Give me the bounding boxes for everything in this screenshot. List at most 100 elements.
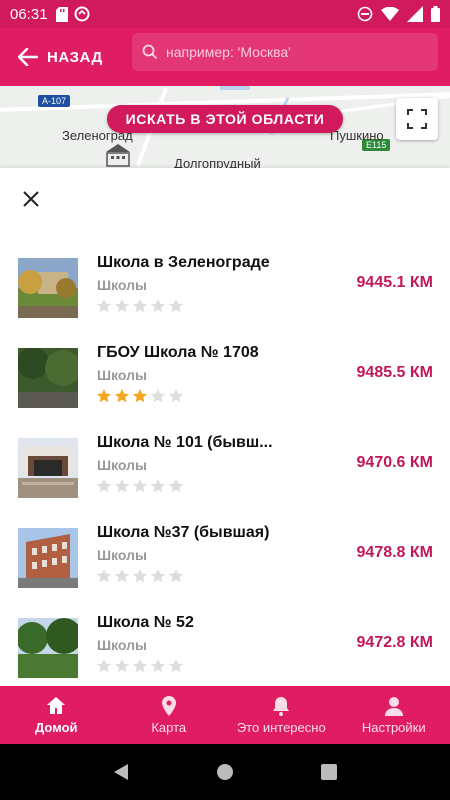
person-icon <box>384 697 403 716</box>
search-icon <box>142 44 158 60</box>
status-bar: 06:31 <box>0 0 450 28</box>
star-empty-icon <box>96 479 112 493</box>
star-filled-icon <box>114 389 130 403</box>
item-distance: 9470.6 КМ <box>356 454 433 471</box>
nav-home[interactable]: Домой <box>0 686 113 744</box>
item-name: Школа №37 (бывшая) <box>97 524 270 541</box>
nav-interesting[interactable]: Это интересно <box>225 686 338 744</box>
star-rating <box>96 478 184 494</box>
item-name: Школа № 101 (бывш... <box>97 434 273 451</box>
item-category: Школы <box>97 457 147 473</box>
item-category: Школы <box>97 367 147 383</box>
star-empty-icon <box>150 569 166 583</box>
search-this-area-button[interactable]: ИСКАТЬ В ЭТОЙ ОБЛАСТИ <box>107 105 343 133</box>
item-distance: 9485.5 КМ <box>356 364 433 381</box>
battery-icon <box>431 6 440 22</box>
star-empty-icon <box>114 569 130 583</box>
star-empty-icon <box>150 389 166 403</box>
signal-icon <box>407 6 423 22</box>
star-empty-icon <box>168 659 184 673</box>
star-rating <box>96 658 184 674</box>
school-marker-icon <box>106 144 130 167</box>
system-recents-button[interactable] <box>320 764 337 780</box>
fullscreen-button[interactable] <box>396 98 438 140</box>
star-empty-icon <box>150 479 166 493</box>
home-icon <box>47 697 66 714</box>
list-item[interactable]: Школа № 101 (бывш... Школы 9470.6 КМ <box>0 420 450 510</box>
dnd-icon <box>357 6 373 22</box>
nav-settings[interactable]: Настройки <box>338 686 450 744</box>
nav-map[interactable]: Карта <box>113 686 226 744</box>
circle-home-icon <box>216 764 233 780</box>
star-empty-icon <box>114 659 130 673</box>
sd-card-icon <box>55 6 68 22</box>
star-rating <box>96 568 184 584</box>
star-rating <box>96 298 184 314</box>
star-rating <box>96 388 184 404</box>
road-shield: A-107 <box>38 95 71 107</box>
item-category: Школы <box>97 637 147 653</box>
star-empty-icon <box>168 569 184 583</box>
school-photo <box>18 528 78 588</box>
item-distance: 9445.1 КМ <box>356 274 433 291</box>
item-distance: 9472.8 КМ <box>356 634 433 651</box>
list-item[interactable]: Школа № 52 Школы 9472.8 КМ <box>0 600 450 686</box>
star-empty-icon <box>96 659 112 673</box>
star-empty-icon <box>132 479 148 493</box>
square-recents-icon <box>320 764 337 780</box>
star-filled-icon <box>96 389 112 403</box>
item-name: ГБОУ Школа № 1708 <box>97 344 259 361</box>
app-header: НАЗАД <box>0 28 450 86</box>
school-photo <box>18 618 78 678</box>
list-item[interactable]: Школа в Зеленограде Школы 9445.1 КМ <box>0 240 450 330</box>
back-label: НАЗАД <box>47 48 103 66</box>
list-item[interactable]: Школа №37 (бывшая) Школы 9478.8 КМ <box>0 510 450 600</box>
back-button[interactable]: НАЗАД <box>18 48 103 66</box>
star-empty-icon <box>132 659 148 673</box>
star-empty-icon <box>132 299 148 313</box>
nav-label: Это интересно <box>236 720 326 735</box>
data-saver-icon <box>74 6 90 22</box>
wifi-icon <box>381 7 399 21</box>
search-input[interactable] <box>166 44 426 60</box>
school-photo <box>18 438 78 498</box>
search-box[interactable] <box>132 33 438 71</box>
results-list: Школа в Зеленограде Школы 9445.1 КМ ГБОУ… <box>0 240 450 686</box>
star-empty-icon <box>168 479 184 493</box>
triangle-back-icon <box>114 764 129 780</box>
system-nav-bar <box>0 744 450 800</box>
star-empty-icon <box>96 299 112 313</box>
star-empty-icon <box>150 659 166 673</box>
item-distance: 9478.8 КМ <box>356 544 433 561</box>
map-label: Пушкино <box>330 128 384 143</box>
school-photo <box>18 348 78 408</box>
star-empty-icon <box>168 299 184 313</box>
item-category: Школы <box>97 277 147 293</box>
star-empty-icon <box>96 569 112 583</box>
system-home-button[interactable] <box>216 763 234 781</box>
star-empty-icon <box>132 569 148 583</box>
arrow-left-icon <box>18 48 38 66</box>
nav-label: Домой <box>34 720 78 735</box>
star-filled-icon <box>132 389 148 403</box>
star-empty-icon <box>114 299 130 313</box>
bell-icon <box>273 697 290 716</box>
school-photo <box>18 258 78 318</box>
item-name: Школа № 52 <box>97 614 194 631</box>
item-name: Школа в Зеленограде <box>97 254 270 271</box>
map-label: Долгопрудный <box>174 156 261 168</box>
nav-label: Настройки <box>361 720 426 735</box>
map-pin-icon <box>161 696 176 716</box>
bottom-nav: Домой Карта Это интересно Настройки <box>0 686 450 744</box>
star-empty-icon <box>168 389 184 403</box>
list-item[interactable]: ГБОУ Школа № 1708 Школы 9485.5 КМ <box>0 330 450 420</box>
close-icon <box>23 191 39 207</box>
results-sheet: Школа в Зеленограде Школы 9445.1 КМ ГБОУ… <box>0 168 450 686</box>
star-empty-icon <box>114 479 130 493</box>
status-time: 06:31 <box>10 5 48 23</box>
item-category: Школы <box>97 547 147 563</box>
close-button[interactable] <box>18 186 44 212</box>
star-empty-icon <box>150 299 166 313</box>
nav-label: Карта <box>151 720 187 735</box>
system-back-button[interactable] <box>113 763 129 781</box>
